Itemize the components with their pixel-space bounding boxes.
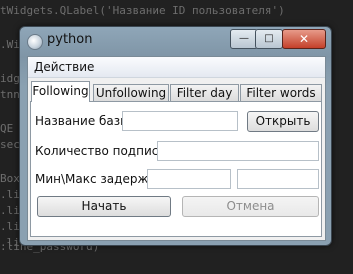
minimize-button[interactable]: — xyxy=(230,29,258,49)
tab-bar: Following Unfollowing Filter day Filter … xyxy=(28,81,325,102)
code-line: QE xyxy=(0,122,14,135)
delay-max-input[interactable] xyxy=(237,169,319,189)
title-bar[interactable]: python — □ ✕ xyxy=(20,27,331,55)
maximize-icon: □ xyxy=(264,33,274,44)
maximize-button[interactable]: □ xyxy=(255,29,283,49)
subscriptions-count-label: Количество подписок: xyxy=(35,144,177,158)
start-button[interactable]: Начать xyxy=(37,196,171,217)
subscriptions-count-input[interactable] xyxy=(157,141,319,161)
python-app-icon xyxy=(27,34,43,50)
tab-filter-words[interactable]: Filter words xyxy=(240,84,322,101)
close-button[interactable]: ✕ xyxy=(282,29,326,49)
window-client-area: Действие Following Unfollowing Filter da… xyxy=(27,56,326,241)
code-line: tnn xyxy=(0,88,20,101)
minimize-icon: — xyxy=(239,33,249,44)
cancel-button[interactable]: Отмена xyxy=(182,196,319,217)
code-line: .li xyxy=(0,188,20,201)
db-name-input[interactable] xyxy=(122,111,238,131)
code-line: tWidgets.QLabel('Название ID пользовател… xyxy=(0,4,285,17)
code-line: .Wi xyxy=(0,38,20,51)
menu-action[interactable]: Действие xyxy=(34,60,94,74)
menu-bar: Действие xyxy=(28,57,325,78)
code-line: .li xyxy=(0,220,20,233)
db-name-label: Название базы: xyxy=(35,114,134,128)
code-line: Box xyxy=(0,172,20,185)
tab-filter-day[interactable]: Filter day xyxy=(170,84,239,101)
tab-following[interactable]: Following xyxy=(31,81,90,102)
app-window: python — □ ✕ Действие Following Unfollow… xyxy=(19,26,332,246)
open-button[interactable]: Открыть xyxy=(247,111,319,132)
tab-unfollowing[interactable]: Unfollowing xyxy=(93,84,169,101)
code-line: .li xyxy=(0,204,20,217)
window-title: python xyxy=(47,32,93,47)
delay-min-input[interactable] xyxy=(147,169,231,189)
following-panel: Название базы: Открыть Количество подпис… xyxy=(30,101,322,237)
close-icon: ✕ xyxy=(298,32,310,46)
